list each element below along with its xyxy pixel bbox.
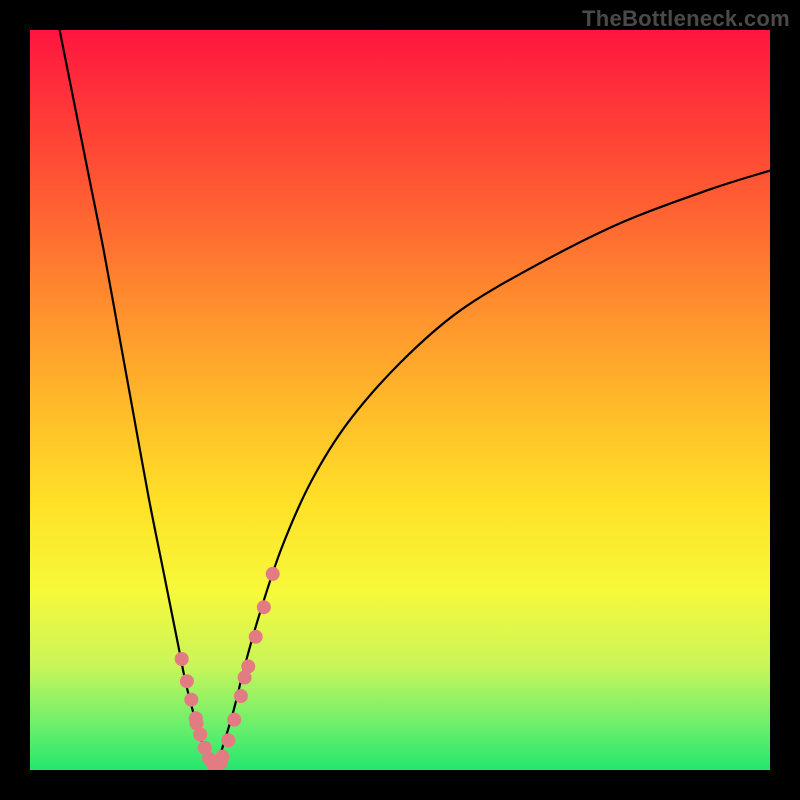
marker-point: [190, 716, 204, 730]
marker-point: [175, 652, 189, 666]
curve-left-branch: [60, 30, 215, 770]
marker-point: [257, 600, 271, 614]
marker-point: [266, 567, 280, 581]
chart-frame: TheBottleneck.com: [0, 0, 800, 800]
marker-point: [221, 733, 235, 747]
marker-point: [249, 630, 263, 644]
curve-right-branch: [215, 171, 770, 770]
marker-point: [227, 713, 241, 727]
marker-point: [180, 674, 194, 688]
marker-point: [184, 693, 198, 707]
chart-svg: [30, 30, 770, 770]
marker-point: [234, 689, 248, 703]
marker-point: [214, 756, 228, 770]
marker-point: [238, 671, 252, 685]
watermark-text: TheBottleneck.com: [582, 6, 790, 32]
plot-area: [30, 30, 770, 770]
